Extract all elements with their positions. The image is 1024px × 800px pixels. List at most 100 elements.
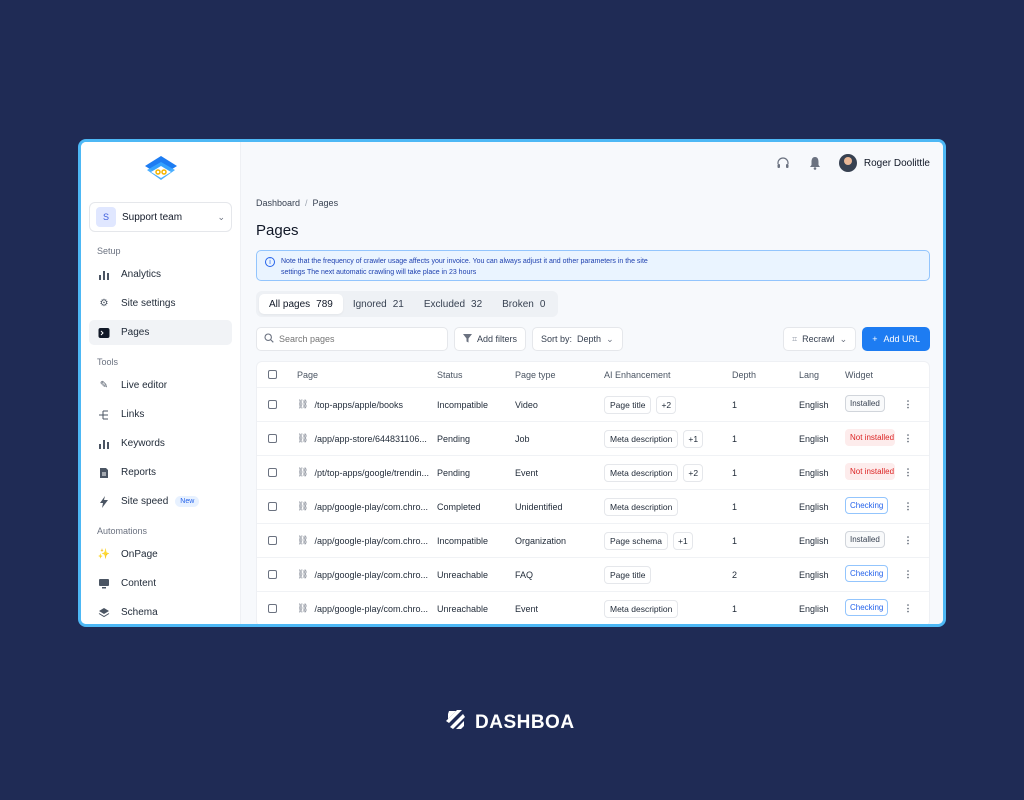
page-url[interactable]: /pt/top-apps/google/trendin...	[314, 468, 429, 478]
ai-enhancement-chip[interactable]: Meta description	[604, 463, 679, 482]
more-icon[interactable]: ⋮	[895, 467, 921, 478]
ai-enhancement-chip[interactable]: Meta description	[604, 429, 679, 448]
column-header-ai-enhancement[interactable]: AI Enhancement	[604, 370, 732, 380]
tab-ignored[interactable]: Ignored 21	[343, 294, 414, 314]
column-header-widget[interactable]: Widget	[845, 370, 895, 380]
sidebar-item-label: Keywords	[121, 438, 165, 449]
ai-enhancement-more[interactable]: +2	[683, 463, 704, 482]
team-avatar: S	[96, 207, 116, 227]
search-input[interactable]	[279, 334, 429, 344]
search-box	[256, 327, 448, 351]
row-checkbox[interactable]	[267, 400, 277, 409]
add-url-button[interactable]: + Add URL	[862, 327, 930, 351]
ai-enhancement-more[interactable]: +1	[672, 531, 693, 550]
table-row[interactable]: ⛓ /app/google-play/com.chro... Incompatibl…	[257, 524, 929, 558]
tree-icon	[97, 408, 111, 422]
page-url[interactable]: /top-apps/apple/books	[314, 400, 403, 410]
row-checkbox[interactable]	[267, 536, 277, 545]
ai-enhancement-more[interactable]: +2	[656, 395, 677, 414]
row-checkbox[interactable]	[267, 468, 277, 477]
layers-icon	[97, 606, 111, 620]
sidebar-item-links[interactable]: Links	[89, 402, 232, 427]
table-row[interactable]: ⛓ /pt/top-apps/google/trendin... Pending Ev…	[257, 456, 929, 490]
more-icon[interactable]: ⋮	[895, 501, 921, 512]
ai-enhancement-chip[interactable]: Page title	[604, 395, 652, 414]
row-checkbox[interactable]	[267, 434, 277, 443]
row-checkbox[interactable]	[267, 604, 277, 613]
section-label-setup: Setup	[97, 246, 121, 256]
row-checkbox[interactable]	[267, 570, 277, 579]
tab-all-pages[interactable]: All pages 789	[259, 294, 343, 314]
gear-icon: ⚙	[99, 298, 109, 309]
tab-broken[interactable]: Broken 0	[492, 294, 555, 314]
sidebar-item-live-editor[interactable]: ✎ Live editor	[89, 373, 232, 398]
column-header-status[interactable]: Status	[437, 370, 515, 380]
ai-enhancement-more[interactable]: +1	[683, 429, 704, 448]
ai-enhancement-chip[interactable]: Meta description	[604, 497, 679, 516]
more-icon[interactable]: ⋮	[895, 535, 921, 546]
link-icon: ⛓	[297, 501, 309, 511]
sidebar-item-label: Pages	[121, 327, 150, 338]
lang-cell: English	[799, 467, 829, 478]
sidebar-item-label: Content	[121, 578, 157, 589]
page-url[interactable]: /app/google-play/com.chro...	[314, 502, 428, 512]
sidebar-item-schema[interactable]: Schema	[89, 600, 232, 624]
app-logo[interactable]	[89, 152, 232, 188]
page-url[interactable]: /app/google-play/com.chro...	[314, 536, 428, 546]
tab-excluded[interactable]: Excluded 32	[414, 294, 492, 314]
more-icon[interactable]: ⋮	[895, 399, 921, 410]
info-notice: i Note that the frequency of crawler usa…	[256, 250, 930, 281]
ai-enhancement-chip[interactable]: Meta description	[604, 599, 679, 618]
table-row[interactable]: ⛓ /app/google-play/com.chro... Unreachable…	[257, 558, 929, 592]
user-menu[interactable]: Roger Doolittle	[838, 154, 930, 172]
status-cell: Incompatible	[437, 399, 489, 410]
select-all-checkbox[interactable]	[267, 370, 277, 379]
table-row[interactable]: ⛓ /top-apps/apple/books Incompatible Video P…	[257, 388, 929, 422]
app-window: S Support team ⌄ Setup Analytics ⚙ Site …	[78, 139, 946, 627]
more-icon[interactable]: ⋮	[895, 603, 921, 614]
sidebar-item-keywords[interactable]: Keywords	[89, 431, 232, 456]
more-icon[interactable]: ⋮	[895, 433, 921, 444]
page-url[interactable]: /app/google-play/com.chro...	[314, 570, 428, 580]
link-icon: ⛓	[297, 603, 309, 613]
sidebar-item-analytics[interactable]: Analytics	[89, 262, 232, 287]
bell-icon[interactable]	[807, 155, 823, 171]
column-header-lang[interactable]: Lang	[799, 370, 845, 380]
row-checkbox[interactable]	[267, 502, 277, 511]
table-row[interactable]: ⛓ /app/google-play/com.chro... Unreachable…	[257, 592, 929, 624]
table-row[interactable]: ⛓ /app/app-store/644831106... Pending Job Me…	[257, 422, 929, 456]
status-cell: Unreachable	[437, 569, 489, 580]
sidebar-item-pages[interactable]: Pages	[89, 320, 232, 345]
column-header-depth[interactable]: Depth	[732, 370, 799, 380]
table-row[interactable]: ⛓ /app/google-play/com.chro... Completed Un…	[257, 490, 929, 524]
tab-count: 32	[471, 298, 483, 310]
sidebar-item-site-settings[interactable]: ⚙ Site settings	[89, 291, 232, 316]
sidebar-item-site-speed[interactable]: Site speed New	[89, 489, 232, 514]
table-header: Page Status Page type AI Enhancement Dep…	[257, 362, 929, 388]
headset-icon[interactable]	[775, 155, 791, 171]
add-filters-button[interactable]: Add filters	[454, 327, 527, 351]
page-url[interactable]: /app/google-play/com.chro...	[314, 604, 428, 614]
recrawl-button[interactable]: ⌗ Recrawl ⌄	[783, 327, 857, 351]
user-name: Roger Doolittle	[863, 157, 930, 169]
ai-enhancement-chip[interactable]: Page title	[604, 565, 652, 584]
breadcrumb-root[interactable]: Dashboard	[256, 198, 300, 208]
team-selector[interactable]: S Support team ⌄	[89, 202, 232, 232]
tab-label: All pages	[269, 298, 311, 310]
more-icon[interactable]: ⋮	[895, 569, 921, 580]
column-header-page-type[interactable]: Page type	[515, 370, 604, 380]
bar-chart-icon	[97, 437, 111, 451]
table-toolbar: Add filters Sort by: Depth ⌄ ⌗ Recrawl ⌄…	[256, 327, 930, 351]
page-url[interactable]: /app/app-store/644831106...	[314, 434, 426, 444]
sort-select[interactable]: Sort by: Depth ⌄	[532, 327, 623, 351]
column-header-page[interactable]: Page	[287, 370, 437, 380]
sidebar-item-reports[interactable]: Reports	[89, 460, 232, 485]
monitor-icon	[97, 577, 111, 591]
sidebar-item-content[interactable]: Content	[89, 571, 232, 596]
sidebar-item-onpage[interactable]: ✨ OnPage	[89, 542, 232, 567]
lang-cell: English	[799, 603, 829, 614]
ai-enhancement-chip[interactable]: Page schema	[604, 531, 668, 550]
depth-cell: 1	[732, 433, 738, 444]
notice-text: Note that the frequency of crawler usage…	[281, 258, 648, 276]
page-type-cell: FAQ	[515, 569, 534, 580]
